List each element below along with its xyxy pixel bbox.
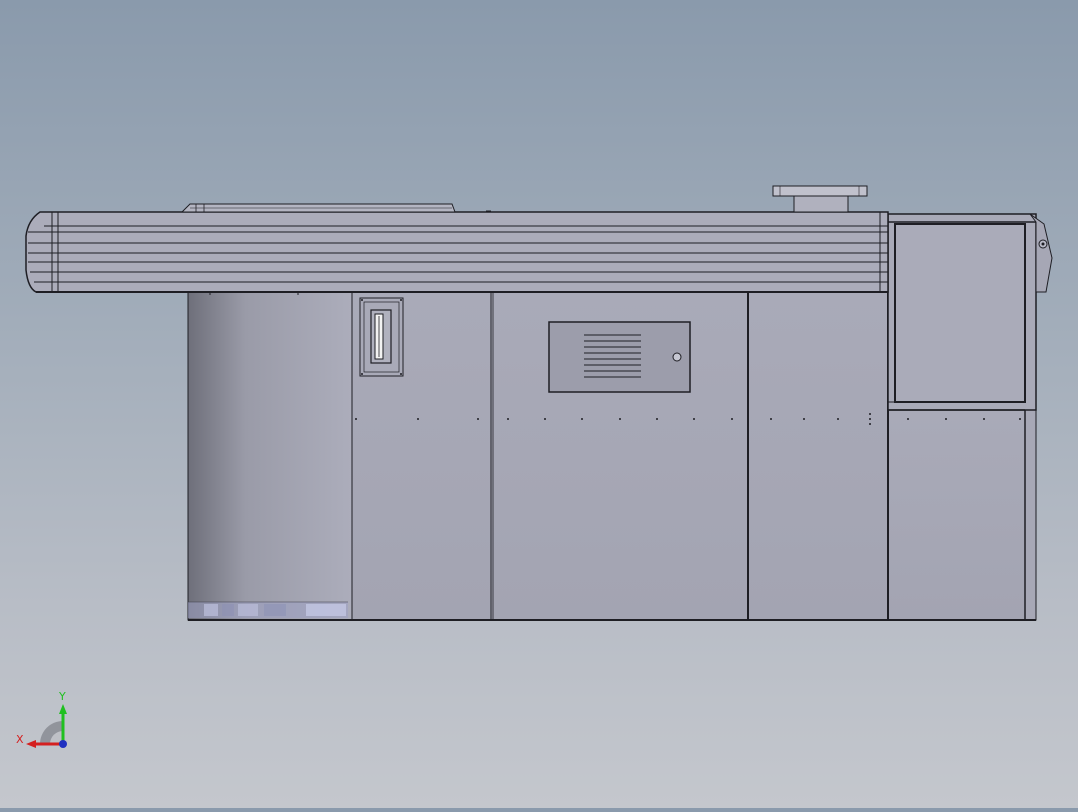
- divider-rail: [180, 203, 491, 213]
- cad-viewport[interactable]: Y X: [0, 0, 1078, 808]
- z-axis-dot: [59, 740, 67, 748]
- side-cabinet-upper: [887, 213, 1053, 411]
- x-axis-head: [26, 740, 36, 748]
- right-panel: [747, 291, 889, 621]
- y-axis-head: [59, 704, 67, 714]
- cylinder-base-band: [188, 601, 348, 618]
- cad-model-view[interactable]: Y X: [0, 0, 1078, 808]
- side-cabinet-lower: [887, 409, 1026, 621]
- conveyor-belt: [25, 211, 889, 293]
- coordinate-triad[interactable]: Y X: [16, 690, 67, 748]
- vent-screw-icon: [672, 352, 682, 362]
- scanner-mount: [772, 185, 868, 213]
- cylinder-column: [187, 291, 353, 621]
- card-slot[interactable]: [359, 297, 404, 377]
- y-axis-label: Y: [58, 690, 66, 703]
- vent-grille: [548, 321, 691, 393]
- x-axis-label: X: [16, 733, 24, 746]
